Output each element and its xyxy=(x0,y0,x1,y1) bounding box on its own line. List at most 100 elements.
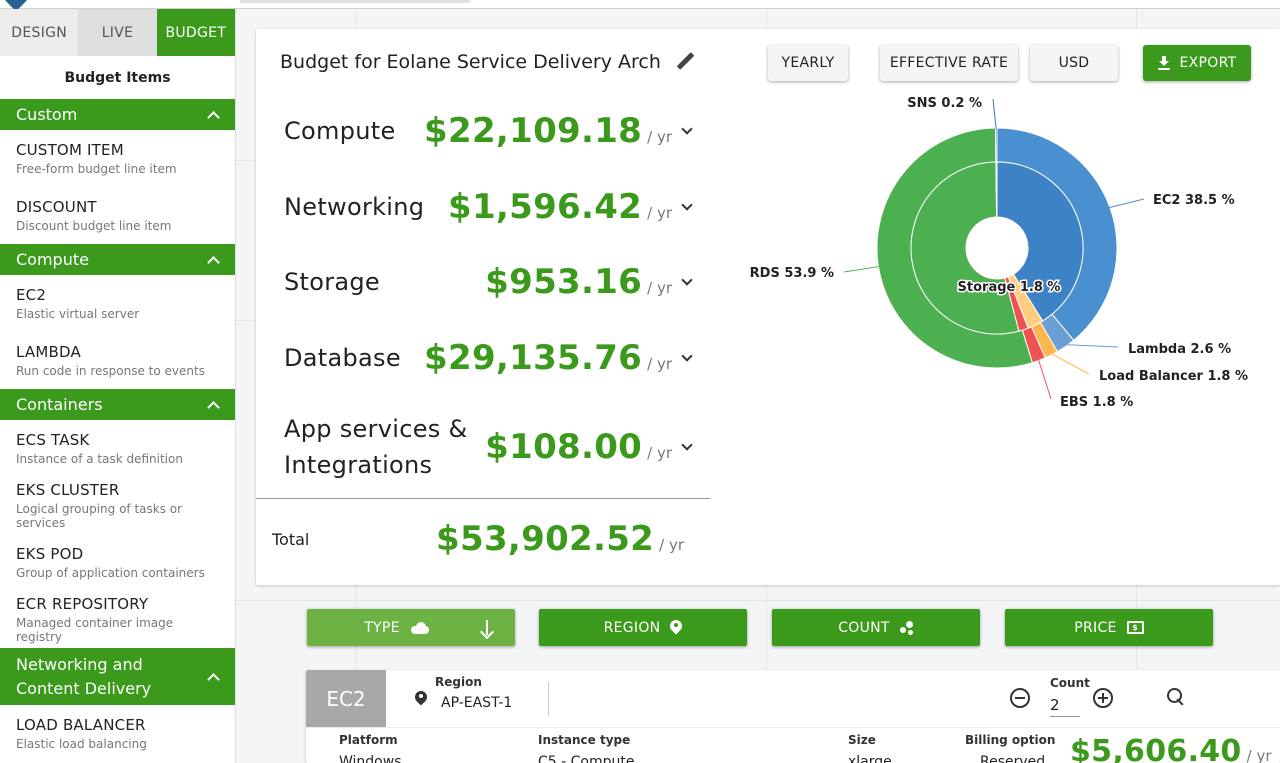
budget-title: Budget for Eolane Service Delivery Arch xyxy=(280,51,695,73)
rate-button[interactable]: EFFECTIVE RATE xyxy=(880,45,1018,81)
pencil-icon[interactable] xyxy=(675,52,695,72)
chevron-down-icon[interactable] xyxy=(680,440,694,454)
slice-label: Load Balancer 1.8 % xyxy=(1099,369,1248,384)
ec2-card: EC2 Region AP-EAST-1 Count Platform Inst… xyxy=(306,670,1280,763)
bubbles-icon xyxy=(899,620,914,635)
budget-item-lambda[interactable]: LAMBDA Run code in response to events xyxy=(0,332,235,389)
budget-item-eks-pod[interactable]: EKS POD Group of application containers xyxy=(0,534,235,591)
leader-line xyxy=(1050,352,1090,375)
budget-title-text: Budget for Eolane Service Delivery Arch xyxy=(280,51,661,73)
row-unit: / yr xyxy=(1246,747,1272,763)
inner-slice-storage[interactable] xyxy=(1004,276,1029,332)
outer-slice-ec2[interactable] xyxy=(996,127,1118,342)
category-containers[interactable]: Containers xyxy=(0,389,235,420)
region-label: REGION xyxy=(603,619,661,636)
row-unit: / yr xyxy=(647,204,672,222)
count-button[interactable]: COUNT xyxy=(772,609,980,646)
region-value: AP-EAST-1 xyxy=(441,695,513,711)
instance-type-header: Instance type xyxy=(538,733,631,747)
row-unit: / yr xyxy=(647,279,672,297)
download-icon xyxy=(1157,56,1170,70)
budget-total: Total $53,902.52 / yr xyxy=(272,519,684,559)
row-label: App services & Integrations xyxy=(284,415,468,479)
budget-item-ec2[interactable]: EC2 Elastic virtual server xyxy=(0,275,235,332)
price-button[interactable]: PRICE $ xyxy=(1005,609,1213,646)
category-custom[interactable]: Custom xyxy=(0,99,235,130)
increment-button[interactable] xyxy=(1093,688,1113,708)
location-pin-icon xyxy=(415,691,427,707)
category-compute[interactable]: Compute xyxy=(0,244,235,275)
row-label: Networking xyxy=(284,193,425,221)
budget-item-eks-cluster[interactable]: EKS CLUSTER Logical grouping of tasks or… xyxy=(0,477,235,534)
export-label: EXPORT xyxy=(1179,55,1237,71)
row-value: $1,596.42 xyxy=(447,187,643,227)
inner-slice-database[interactable] xyxy=(910,161,1020,335)
budget-item-ecr-repository[interactable]: ECR REPOSITORY Managed container image r… xyxy=(0,591,235,648)
currency-button[interactable]: USD xyxy=(1030,45,1118,81)
outer-slice-ebs[interactable] xyxy=(1021,326,1046,364)
budget-item-discount[interactable]: DISCOUNT Discount budget line item xyxy=(0,187,235,244)
size-value[interactable]: xlarge xyxy=(848,754,892,763)
outer-slice-sns[interactable] xyxy=(994,127,998,163)
row-unit: / yr xyxy=(647,444,672,462)
platform-value[interactable]: Windows xyxy=(339,754,402,763)
instance-type-value[interactable]: C5 - Compute xyxy=(538,754,634,763)
item-description: Discount budget line item xyxy=(16,219,172,233)
leader-line xyxy=(1037,358,1052,400)
region-label: Region xyxy=(435,675,482,689)
chevron-down-icon[interactable] xyxy=(680,351,694,365)
money-icon: $ xyxy=(1126,621,1144,634)
outer-slice-rds[interactable] xyxy=(876,127,1033,369)
budget-row-storage: Storage $953.16 / yr xyxy=(284,262,694,302)
row-label: Database xyxy=(284,344,401,372)
item-name: EKS CLUSTER xyxy=(16,481,120,499)
category-label: Networking and Content Delivery xyxy=(16,654,152,698)
item-name: EC2 xyxy=(16,286,47,304)
budget-item-ecs-task[interactable]: ECS TASK Instance of a task definition xyxy=(0,420,235,477)
row-unit: / yr xyxy=(659,536,684,554)
chevron-up-icon[interactable] xyxy=(207,671,219,683)
budget-item-load-balancer[interactable]: LOAD BALANCER Elastic load balancing xyxy=(0,705,235,762)
outer-slice-load-balancer[interactable] xyxy=(1030,321,1059,359)
chevron-up-icon[interactable] xyxy=(207,399,219,411)
total-label: Total xyxy=(272,529,310,549)
item-description: Elastic load balancing xyxy=(16,737,147,751)
row-label: Storage xyxy=(284,268,381,296)
row-unit: / yr xyxy=(647,355,672,373)
search-icon[interactable] xyxy=(1167,688,1185,706)
ec2-price: $5,606.40 / yr xyxy=(1070,734,1272,763)
tab-budget[interactable]: BUDGET xyxy=(156,9,235,56)
inner-slice-compute[interactable] xyxy=(996,161,1084,322)
item-description: Logical grouping of tasks or services xyxy=(16,502,183,530)
inner-slice-app-services[interactable] xyxy=(995,161,998,218)
type-label: TYPE xyxy=(364,619,400,636)
tab-design[interactable]: DESIGN xyxy=(0,9,79,56)
chevron-down-icon[interactable] xyxy=(680,200,694,214)
billing-value[interactable]: Reserved xyxy=(980,754,1045,763)
item-name: EKS POD xyxy=(16,545,84,563)
export-button[interactable]: EXPORT xyxy=(1143,45,1251,81)
budget-row-app-services: App services & Integrations $108.00 / yr xyxy=(284,411,694,483)
category-label: Containers xyxy=(16,395,103,414)
chevron-up-icon[interactable] xyxy=(207,109,219,121)
region-button[interactable]: REGION xyxy=(539,609,747,646)
budget-row-database: Database $29,135.76 / yr xyxy=(284,338,694,378)
chevron-down-icon[interactable] xyxy=(680,124,694,138)
leader-line xyxy=(1107,198,1145,209)
center-label: Storage 1.8 % xyxy=(958,280,1061,295)
period-button[interactable]: YEARLY xyxy=(768,45,848,81)
budget-item-custom[interactable]: CUSTOM ITEM Free-form budget line item xyxy=(0,130,235,187)
sort-arrow-icon[interactable] xyxy=(480,619,494,637)
chevron-up-icon[interactable] xyxy=(207,254,219,266)
tab-live[interactable]: LIVE xyxy=(78,9,157,56)
decrement-button[interactable] xyxy=(1010,688,1030,708)
chevron-down-icon[interactable] xyxy=(680,275,694,289)
type-button[interactable]: TYPE xyxy=(307,609,515,646)
outer-slice-lambda[interactable] xyxy=(1039,313,1075,353)
category-networking[interactable]: Networking and Content Delivery xyxy=(0,648,235,705)
region-field[interactable]: Region AP-EAST-1 xyxy=(415,675,512,711)
inner-slice-networking[interactable] xyxy=(1007,273,1044,329)
count-input[interactable] xyxy=(1050,692,1080,717)
sidebar: DESIGN LIVE BUDGET Budget Items Custom C… xyxy=(0,9,236,763)
slice-label: EC2 38.5 % xyxy=(1153,193,1235,208)
